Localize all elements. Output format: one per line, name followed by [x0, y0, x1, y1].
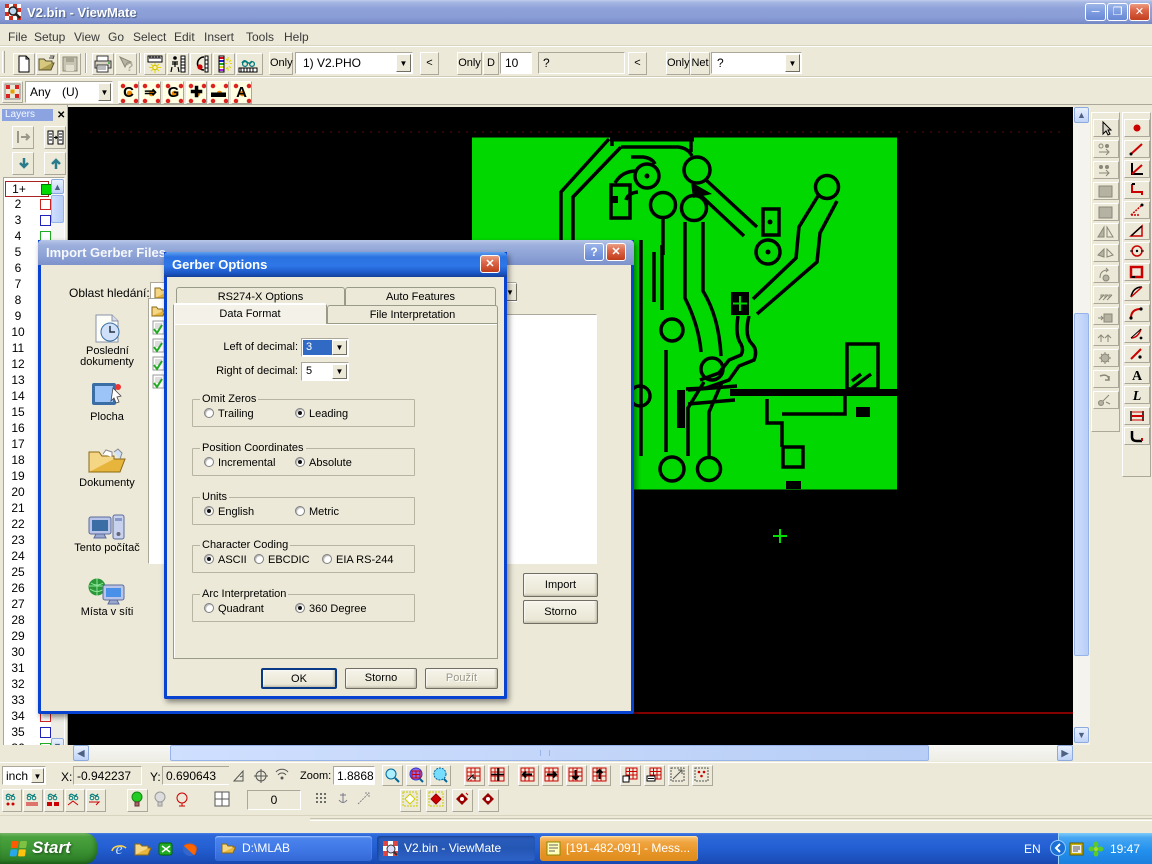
svg-text:L: L [1132, 389, 1142, 403]
svg-text:?: ? [126, 60, 133, 74]
svg-text:e: e [115, 841, 122, 858]
svg-text:A: A [1132, 369, 1143, 383]
